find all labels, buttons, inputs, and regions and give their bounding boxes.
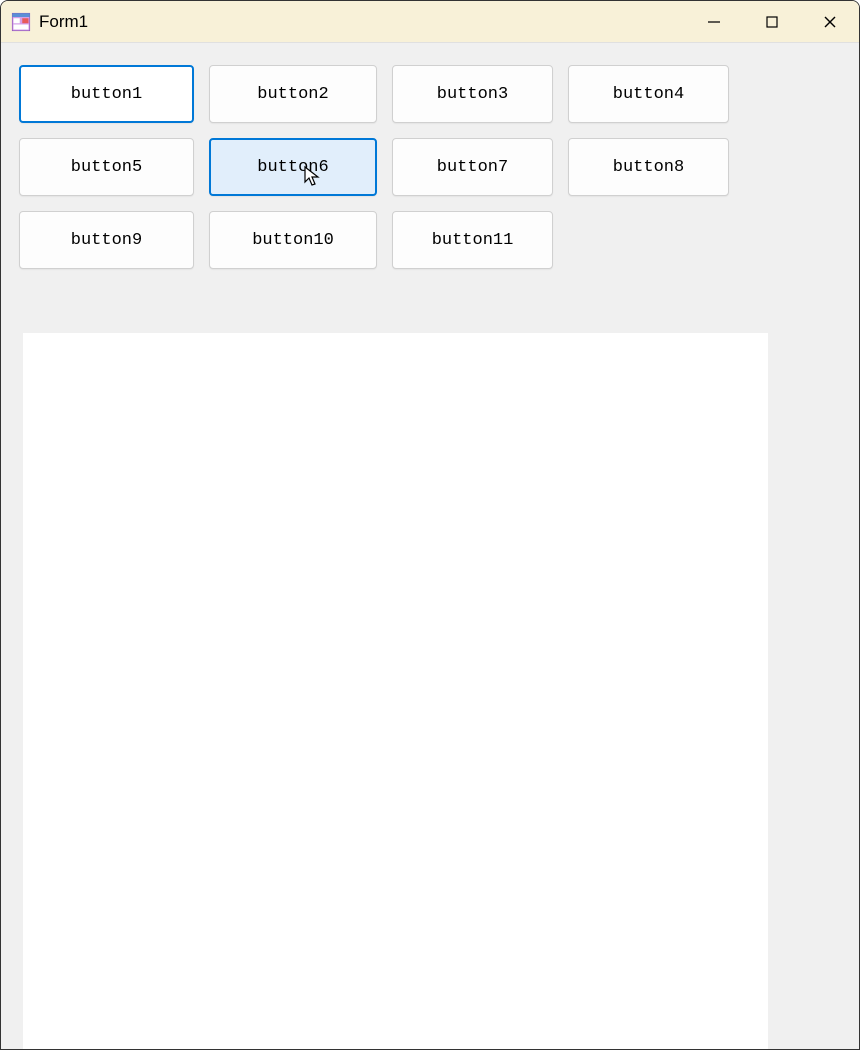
button-3[interactable]: button3 bbox=[392, 65, 553, 123]
button-5[interactable]: button5 bbox=[19, 138, 194, 196]
button-9[interactable]: button9 bbox=[19, 211, 194, 269]
button-6[interactable]: button6 bbox=[209, 138, 377, 196]
app-icon bbox=[11, 12, 31, 32]
button-4[interactable]: button4 bbox=[568, 65, 729, 123]
button-2[interactable]: button2 bbox=[209, 65, 377, 123]
window-title: Form1 bbox=[39, 12, 685, 32]
button-1[interactable]: button1 bbox=[19, 65, 194, 123]
minimize-button[interactable] bbox=[685, 1, 743, 43]
content-panel bbox=[23, 333, 768, 1050]
button-11[interactable]: button11 bbox=[392, 211, 553, 269]
window-controls bbox=[685, 1, 859, 42]
button-grid: button1 button2 button3 button4 button5 … bbox=[19, 65, 749, 269]
button-8[interactable]: button8 bbox=[568, 138, 729, 196]
client-area: button1 button2 button3 button4 button5 … bbox=[1, 43, 859, 1049]
main-window: Form1 button1 button2 button3 button4 bu… bbox=[0, 0, 860, 1050]
titlebar[interactable]: Form1 bbox=[1, 1, 859, 43]
close-button[interactable] bbox=[801, 1, 859, 43]
button-7[interactable]: button7 bbox=[392, 138, 553, 196]
button-10[interactable]: button10 bbox=[209, 211, 377, 269]
maximize-button[interactable] bbox=[743, 1, 801, 43]
